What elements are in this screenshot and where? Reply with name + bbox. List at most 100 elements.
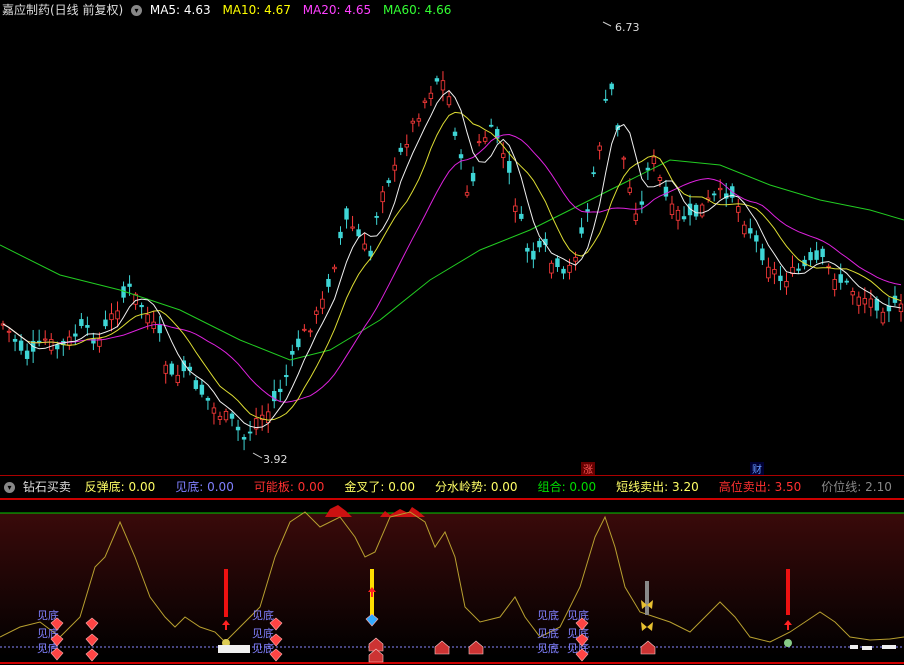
candle xyxy=(440,80,446,91)
candle xyxy=(603,98,608,101)
indicator-item: 可能板: 0.00 xyxy=(253,480,325,494)
candle xyxy=(736,206,741,213)
candle xyxy=(838,274,843,283)
candle xyxy=(585,209,590,212)
candlestick-chart[interactable]: 6.73 3.92 涨 财 xyxy=(0,20,904,475)
candle xyxy=(796,268,801,271)
indicator-item: 见底: 0.00 xyxy=(175,480,234,494)
candle xyxy=(422,100,428,103)
candle xyxy=(374,216,379,218)
candle xyxy=(561,268,566,274)
candle xyxy=(470,172,476,182)
candle xyxy=(380,191,385,203)
candle xyxy=(229,413,235,419)
candle xyxy=(844,280,849,283)
candle xyxy=(754,235,759,242)
candle xyxy=(657,177,663,181)
candle xyxy=(868,298,874,308)
candle xyxy=(862,298,868,305)
candle xyxy=(784,281,789,288)
candle xyxy=(392,164,397,171)
candle xyxy=(193,380,199,389)
candle xyxy=(175,374,180,384)
candle xyxy=(482,137,488,142)
high-price-label: 6.73 xyxy=(615,21,640,34)
svg-text:财: 财 xyxy=(752,463,762,475)
candle xyxy=(826,265,831,268)
candle xyxy=(18,340,24,351)
candle xyxy=(693,204,699,217)
candle xyxy=(525,247,530,252)
candle xyxy=(12,338,18,342)
candle xyxy=(356,229,361,237)
chevron-down-icon[interactable]: ▾ xyxy=(131,5,143,16)
indicator-background xyxy=(0,513,904,657)
indicator-header: ▾ 钻石买卖 反弹底: 0.00 见底: 0.00 可能板: 0.00 金叉了: 0.… xyxy=(0,477,904,497)
candle xyxy=(332,266,337,270)
candle xyxy=(320,298,325,309)
candle xyxy=(501,153,506,158)
candle xyxy=(115,310,120,320)
white-bar xyxy=(882,645,896,649)
candle xyxy=(344,208,349,220)
candle xyxy=(880,311,886,324)
high-price-marker: 6.73 xyxy=(602,21,640,34)
candle xyxy=(633,213,639,221)
candle xyxy=(24,350,30,359)
indicator-item: 价位线: 2.10 xyxy=(821,480,892,494)
candle xyxy=(699,204,705,217)
candle xyxy=(663,186,669,197)
stock-title: 嘉应制药(日线 前复权) xyxy=(2,3,124,17)
candle xyxy=(458,154,464,159)
indicator-chart[interactable]: 见底见底见底见底见底见底见底 见底见底 见底见底 见底 xyxy=(0,497,904,665)
candle xyxy=(145,314,150,324)
badge-cai[interactable]: 财 xyxy=(750,462,764,475)
white-bar xyxy=(850,645,858,649)
candle xyxy=(597,145,602,151)
ma5-line xyxy=(2,89,902,429)
candle xyxy=(386,180,391,184)
candle xyxy=(711,193,717,196)
candle xyxy=(555,258,560,268)
candle xyxy=(302,328,307,331)
svg-text:涨: 涨 xyxy=(583,464,593,475)
candle xyxy=(235,426,241,431)
candle xyxy=(651,156,657,164)
candle xyxy=(488,124,494,127)
panel-divider[interactable] xyxy=(0,475,904,476)
indicator-title: 钻石买卖 xyxy=(22,480,71,494)
candle xyxy=(874,298,880,311)
ma60-value: MA60: 4.66 xyxy=(382,3,452,17)
candle xyxy=(247,431,253,434)
candle xyxy=(820,248,825,258)
candles xyxy=(0,71,904,451)
candle xyxy=(362,243,367,250)
candle xyxy=(675,209,681,221)
indicator-item: 金叉了: 0.00 xyxy=(344,480,415,494)
candle xyxy=(531,250,536,260)
jiandi-label: 见底 xyxy=(537,626,559,640)
candle xyxy=(778,275,783,282)
candle xyxy=(519,213,524,219)
candle xyxy=(446,96,452,106)
candle xyxy=(368,250,373,257)
candle xyxy=(549,262,554,274)
candle xyxy=(681,216,687,220)
candle xyxy=(621,157,626,160)
chevron-down-icon[interactable]: ▾ xyxy=(4,482,15,493)
candle xyxy=(814,250,819,260)
candle xyxy=(808,252,813,261)
badge-zhang[interactable]: 涨 xyxy=(581,462,595,475)
candle xyxy=(476,141,482,144)
candle xyxy=(434,78,440,82)
candle xyxy=(139,305,144,308)
candle xyxy=(169,363,174,375)
candle xyxy=(49,339,54,351)
candle xyxy=(103,319,108,327)
indicator-item: 组合: 0.00 xyxy=(537,480,597,494)
low-price-label: 3.92 xyxy=(263,453,288,466)
candle xyxy=(850,291,855,296)
candle xyxy=(217,415,223,420)
indicator-item: 反弹底: 0.00 xyxy=(84,480,156,494)
ma10-value: MA10: 4.67 xyxy=(222,3,291,17)
